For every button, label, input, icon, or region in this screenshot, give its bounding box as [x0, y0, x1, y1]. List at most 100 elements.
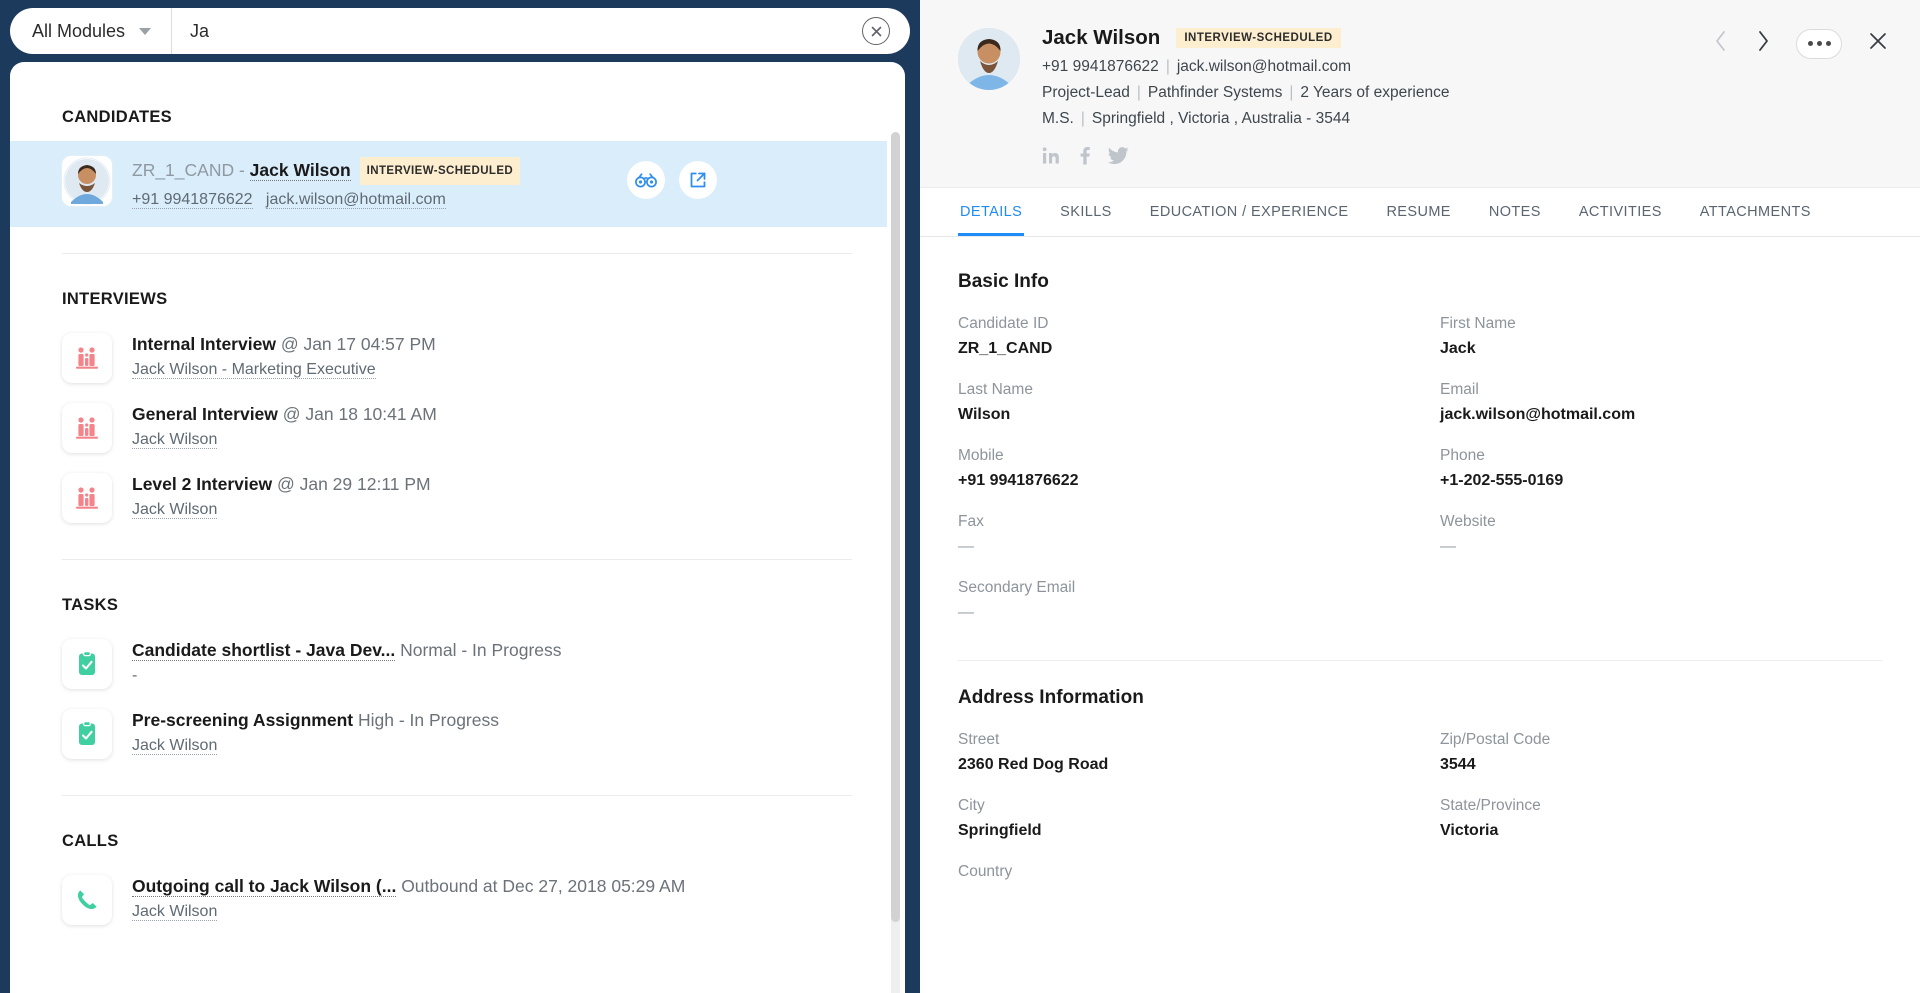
field-fax: Fax —	[958, 513, 1400, 556]
field-city: City Springfield	[958, 797, 1400, 840]
call-subtitle: Jack Wilson	[132, 903, 217, 921]
field-country: Country	[958, 863, 1400, 888]
candidate-email: jack.wilson@hotmail.com	[266, 191, 446, 209]
task-subtitle: Jack Wilson	[132, 737, 217, 755]
app-root: All Modules CANDIDATES	[0, 0, 1920, 993]
tab-attachments[interactable]: ATTACHMENTS	[1698, 188, 1813, 236]
list-item[interactable]: Candidate shortlist - Java Dev... Normal…	[10, 629, 887, 699]
separator: |	[1166, 58, 1170, 75]
interview-subtitle: Jack Wilson	[132, 501, 217, 519]
spacer	[958, 622, 1882, 652]
field-label: Fax	[958, 513, 1400, 531]
field-value: Jack	[1440, 340, 1882, 358]
module-selector[interactable]: All Modules	[10, 8, 172, 54]
list-item-body: Outgoing call to Jack Wilson (... Outbou…	[132, 873, 685, 923]
field-label: Secondary Email	[958, 579, 1400, 597]
dot	[1826, 41, 1831, 46]
field-website: Website —	[1440, 513, 1882, 556]
open-in-new-icon[interactable]	[679, 161, 717, 199]
chevron-right-icon[interactable]	[1753, 26, 1774, 61]
task-subtitle: -	[132, 667, 137, 684]
search-input[interactable]	[190, 21, 862, 42]
detail-meta: Jack Wilson INTERVIEW-SCHEDULED +91 9941…	[1042, 26, 1449, 165]
results-scrollbar[interactable]	[891, 132, 900, 993]
field-value: —	[958, 538, 1400, 556]
list-item-subtitle: Jack Wilson	[132, 499, 431, 521]
tab-details[interactable]: DETAILS	[958, 188, 1024, 236]
clear-search-icon[interactable]	[862, 17, 890, 45]
divider	[958, 660, 1882, 661]
twitter-icon[interactable]	[1108, 146, 1129, 165]
list-item[interactable]: General Interview @ Jan 18 10:41 AM Jack…	[10, 393, 887, 463]
list-item-subtitle: Jack Wilson - Marketing Executive	[132, 359, 436, 381]
interview-icon	[62, 473, 112, 523]
interview-datetime: Jan 29 12:11 PM	[300, 474, 431, 494]
chevron-left-icon[interactable]	[1710, 26, 1731, 61]
field-label: Mobile	[958, 447, 1400, 465]
list-item-body: ZR_1_CAND - Jack Wilson INTERVIEW-SCHEDUL…	[132, 155, 520, 211]
field-candidate-id: Candidate ID ZR_1_CAND	[958, 315, 1400, 358]
results-scrollbar-thumb[interactable]	[891, 132, 900, 922]
list-item[interactable]: Pre-screening Assignment High - In Progr…	[10, 699, 887, 769]
tab-education-experience[interactable]: EDUCATION / EXPERIENCE	[1148, 188, 1351, 236]
separator: |	[1137, 84, 1141, 101]
list-item-subtitle: Jack Wilson	[132, 901, 685, 923]
field-label: Zip/Postal Code	[1440, 731, 1882, 749]
list-item-title-line: General Interview @ Jan 18 10:41 AM	[132, 403, 437, 425]
at-symbol: @	[277, 474, 295, 494]
interview-subtitle: Jack Wilson	[132, 431, 217, 449]
field-last-name: Last Name Wilson	[958, 381, 1400, 424]
field-zip-postal-code: Zip/Postal Code 3544	[1440, 731, 1882, 774]
list-item-subtitle: -	[132, 665, 562, 687]
close-icon[interactable]	[1864, 27, 1892, 60]
status-badge: INTERVIEW-SCHEDULED	[360, 157, 520, 185]
detail-location: Springfield , Victoria , Australia - 354…	[1092, 110, 1350, 127]
detail-role-line: Project-Lead|Pathfinder Systems|2 Years …	[1042, 84, 1449, 102]
tab-notes[interactable]: NOTES	[1487, 188, 1543, 236]
list-item[interactable]: Internal Interview @ Jan 17 04:57 PM Jac…	[10, 323, 887, 393]
address-info-heading: Address Information	[958, 687, 1882, 709]
interview-title: General Interview	[132, 404, 278, 424]
avatar	[958, 28, 1020, 90]
field-label: Website	[1440, 513, 1882, 531]
detail-header-actions	[1710, 26, 1892, 61]
linkedin-icon[interactable]	[1042, 146, 1061, 165]
field-label: First Name	[1440, 315, 1882, 333]
interview-title: Level 2 Interview	[132, 474, 272, 494]
field-mobile: Mobile +91 9941876622	[958, 447, 1400, 490]
global-search-bar: All Modules	[0, 0, 920, 62]
list-item[interactable]: Level 2 Interview @ Jan 29 12:11 PM Jack…	[10, 463, 887, 533]
candidate-detail-panel: Jack Wilson INTERVIEW-SCHEDULED +91 9941…	[920, 0, 1920, 993]
list-item-title-line: ZR_1_CAND - Jack Wilson INTERVIEW-SCHEDUL…	[132, 157, 520, 185]
field-value: +1-202-555-0169	[1440, 472, 1882, 490]
list-item-subtitle: +91 9941876622 jack.wilson@hotmail.com	[132, 189, 520, 211]
tab-activities[interactable]: ACTIVITIES	[1577, 188, 1664, 236]
list-item-title-line: Internal Interview @ Jan 17 04:57 PM	[132, 333, 436, 355]
list-item-body: Candidate shortlist - Java Dev... Normal…	[132, 637, 562, 687]
field-secondary-email: Secondary Email —	[958, 579, 1400, 622]
list-item-body: General Interview @ Jan 18 10:41 AM Jack…	[132, 401, 437, 451]
field-label: State/Province	[1440, 797, 1882, 815]
list-item[interactable]: ZR_1_CAND - Jack Wilson INTERVIEW-SCHEDUL…	[10, 141, 887, 227]
tab-skills[interactable]: SKILLS	[1058, 188, 1114, 236]
task-title: Candidate shortlist - Java Dev...	[132, 640, 395, 661]
results-scroll-area[interactable]: CANDIDATES	[10, 62, 905, 993]
field-value: jack.wilson@hotmail.com	[1440, 406, 1882, 424]
task-meta: Normal - In Progress	[400, 640, 561, 660]
facebook-icon[interactable]	[1078, 146, 1091, 165]
task-meta: High - In Progress	[358, 710, 499, 730]
candidate-name: Jack Wilson	[250, 160, 351, 181]
candidate-id: ZR_1_CAND -	[132, 160, 250, 180]
detail-email[interactable]: jack.wilson@hotmail.com	[1177, 58, 1351, 75]
field-value: ZR_1_CAND	[958, 340, 1400, 358]
field-first-name: First Name Jack	[1440, 315, 1882, 358]
more-options-icon[interactable]	[1796, 29, 1842, 59]
preview-icon[interactable]	[627, 161, 665, 199]
separator: |	[1289, 84, 1293, 101]
detail-experience: 2 Years of experience	[1300, 84, 1449, 101]
field-value: —	[958, 604, 1400, 622]
results-card: CANDIDATES	[10, 62, 905, 993]
tab-resume[interactable]: RESUME	[1384, 188, 1452, 236]
detail-education-line: M.S.|Springfield , Victoria , Australia …	[1042, 110, 1449, 128]
list-item[interactable]: Outgoing call to Jack Wilson (... Outbou…	[10, 865, 887, 935]
